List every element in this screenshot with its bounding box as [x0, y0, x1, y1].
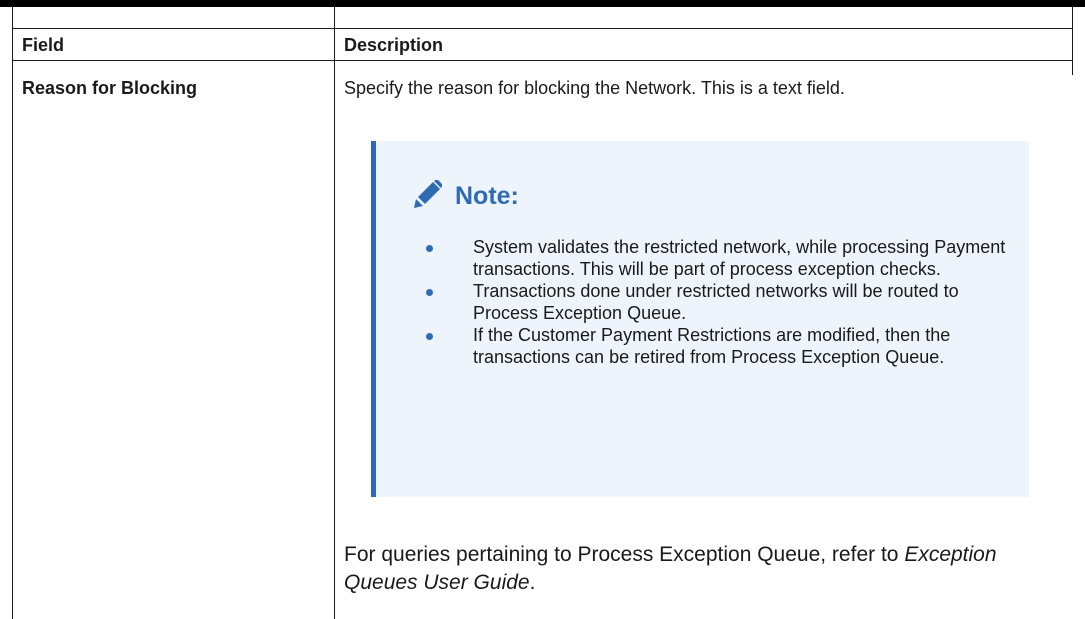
note-item: If the Customer Payment Restrictions are…: [426, 324, 1026, 368]
table-column-divider: [334, 7, 335, 619]
bullet-icon: [426, 245, 433, 252]
note-item: Transactions done under restricted netwo…: [426, 280, 1026, 324]
table-header-border-top: [12, 28, 1073, 29]
reference-paragraph: For queries pertaining to Process Except…: [344, 541, 1044, 597]
note-item-text: System validates the restricted network,…: [473, 237, 1006, 279]
header-field: Field: [22, 35, 65, 55]
table-border-left: [12, 7, 13, 619]
table-border-right: [1072, 7, 1073, 75]
field-name: Reason for Blocking: [22, 78, 198, 98]
note-item: System validates the restricted network,…: [426, 236, 1026, 280]
note-item-text: If the Customer Payment Restrictions are…: [473, 325, 951, 367]
table-header-border-bottom: [12, 60, 1073, 61]
pencil-icon: [414, 180, 442, 208]
note-accent-bar: [371, 141, 376, 497]
note-item-text: Transactions done under restricted netwo…: [473, 281, 959, 323]
reference-text: For queries pertaining to Process Except…: [344, 543, 899, 566]
bullet-icon: [426, 289, 433, 296]
note-title: Note:: [455, 182, 519, 210]
field-description: Specify the reason for blocking the Netw…: [344, 78, 845, 98]
bullet-icon: [426, 333, 433, 340]
note-list: System validates the restricted network,…: [426, 236, 1026, 368]
header-description: Description: [344, 35, 444, 55]
reference-end: .: [529, 571, 536, 594]
